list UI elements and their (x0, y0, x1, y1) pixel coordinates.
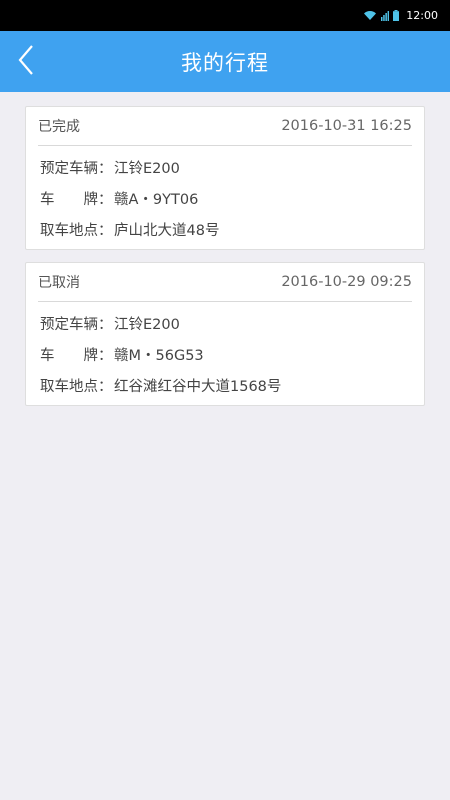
trip-card[interactable]: 已取消 2016-10-29 09:25 预定车辆： 江铃E200 车 牌： 赣… (25, 262, 425, 406)
trip-status: 已取消 (38, 275, 80, 291)
plate-row: 车 牌： 赣A・9YT06 (40, 183, 424, 214)
wifi-icon (363, 10, 377, 21)
page-title: 我的行程 (181, 50, 269, 75)
vehicle-label: 预定车辆： (40, 317, 113, 333)
vehicle-value: 江铃E200 (114, 161, 180, 177)
battery-icon (393, 10, 400, 21)
trip-card[interactable]: 已完成 2016-10-31 16:25 预定车辆： 江铃E200 车 牌： 赣… (25, 106, 425, 250)
signal-icon (381, 10, 390, 21)
plate-value: 赣M・56G53 (114, 348, 204, 364)
plate-value: 赣A・9YT06 (114, 192, 199, 208)
pickup-value: 庐山北大道48号 (114, 223, 220, 239)
pickup-value: 红谷滩红谷中大道1568号 (114, 379, 282, 395)
trip-card-header: 已取消 2016-10-29 09:25 (38, 263, 412, 302)
pickup-row: 取车地点： 红谷滩红谷中大道1568号 (40, 370, 424, 401)
vehicle-value: 江铃E200 (114, 317, 180, 333)
vehicle-row: 预定车辆： 江铃E200 (40, 152, 424, 183)
chevron-left-icon (18, 44, 34, 79)
back-button[interactable] (6, 31, 46, 92)
trip-list: 已完成 2016-10-31 16:25 预定车辆： 江铃E200 车 牌： 赣… (25, 106, 425, 418)
nav-bar: 我的行程 (0, 31, 450, 92)
clock-time: 12:00 (406, 9, 438, 22)
plate-label: 车 牌： (40, 348, 113, 364)
pickup-label: 取车地点： (40, 223, 113, 239)
vehicle-row: 预定车辆： 江铃E200 (40, 308, 424, 339)
status-bar: 12:00 (0, 0, 450, 31)
pickup-row: 取车地点： 庐山北大道48号 (40, 214, 424, 245)
trip-datetime: 2016-10-29 09:25 (281, 274, 412, 290)
trip-status: 已完成 (38, 119, 80, 135)
pickup-label: 取车地点： (40, 379, 113, 395)
trip-card-header: 已完成 2016-10-31 16:25 (38, 107, 412, 146)
trip-datetime: 2016-10-31 16:25 (281, 118, 412, 134)
plate-row: 车 牌： 赣M・56G53 (40, 339, 424, 370)
vehicle-label: 预定车辆： (40, 161, 113, 177)
plate-label: 车 牌： (40, 192, 113, 208)
